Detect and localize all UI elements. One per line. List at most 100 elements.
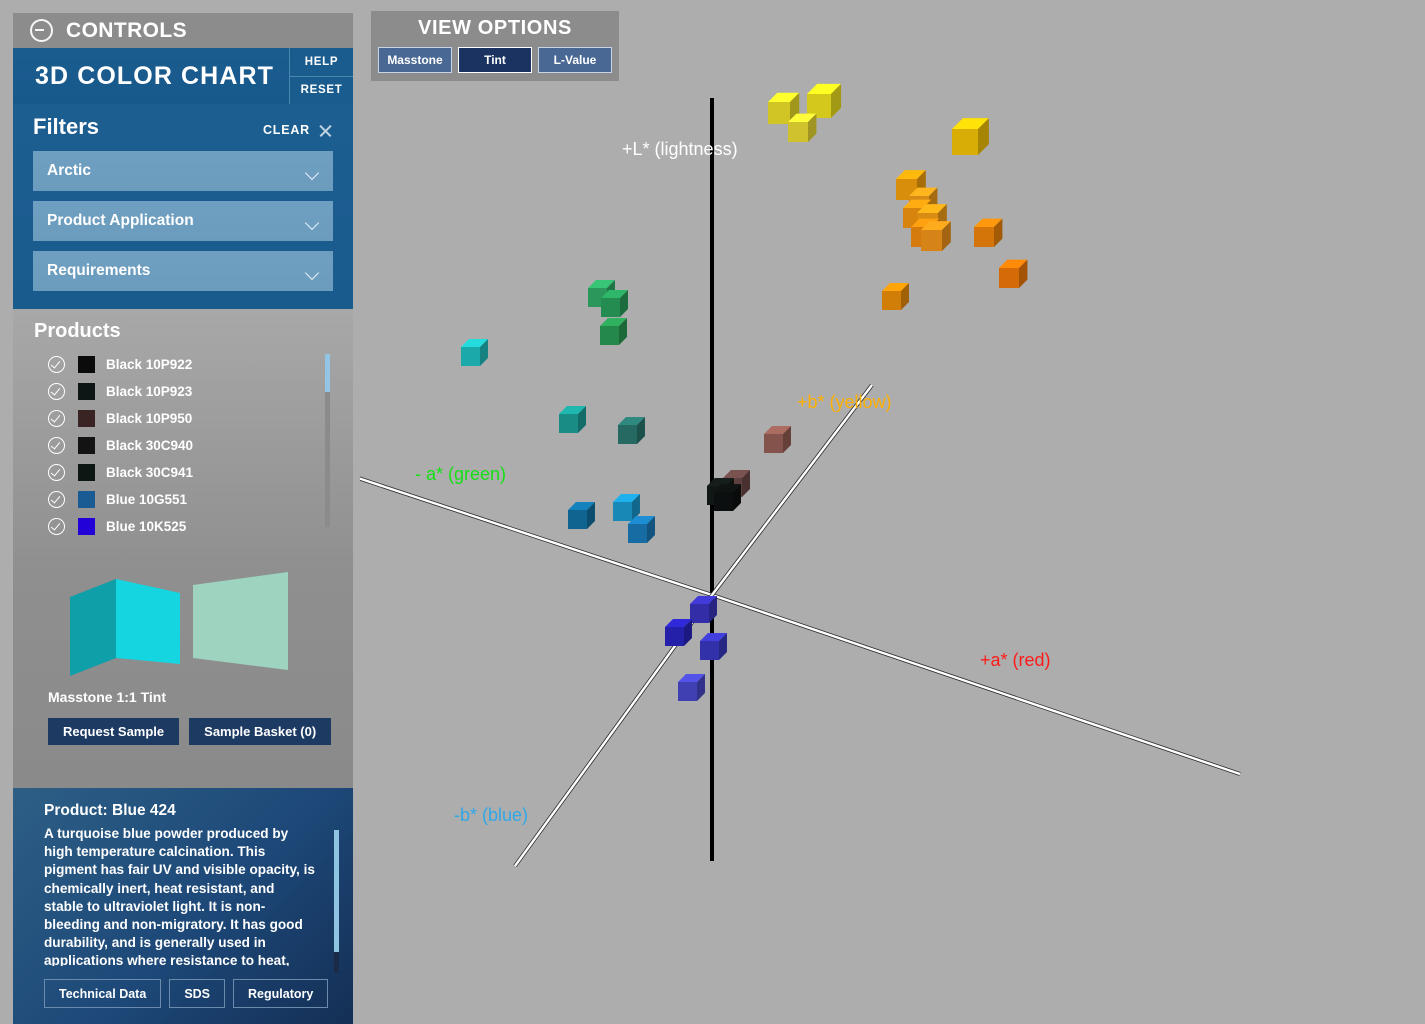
product-list-item[interactable]: Black 10P922 [48, 351, 353, 378]
filter-select-requirements[interactable]: Requirements [33, 251, 333, 291]
product-color-swatch [78, 356, 95, 373]
chevron-down-icon [306, 268, 319, 275]
cube-front-face [568, 510, 587, 529]
product-description-title: Product: Blue 424 [44, 802, 176, 819]
data-points [461, 83, 1028, 701]
filter-select-product-application[interactable]: Product Application [33, 201, 333, 241]
check-circle-icon[interactable] [48, 383, 65, 400]
data-point-cube[interactable] [974, 218, 1003, 247]
cube-front-face [768, 102, 790, 124]
data-point-cube[interactable] [461, 339, 488, 366]
product-list-item[interactable]: Blue 10K525 [48, 513, 353, 540]
filters-header: Filters CLEAR [33, 114, 333, 140]
data-point-cube[interactable] [764, 426, 791, 453]
product-name-label: Black 10P923 [106, 384, 193, 399]
axis-line-a [711, 593, 1241, 776]
product-list-scrollbar-thumb[interactable] [325, 354, 330, 392]
filter-select-arctic[interactable]: Arctic [33, 151, 333, 191]
product-name-label: Blue 10G551 [106, 492, 188, 507]
product-name-label: Blue 10K525 [106, 519, 187, 534]
data-point-cube[interactable] [690, 596, 717, 623]
data-point-cube[interactable] [788, 113, 817, 142]
cube-front-face [764, 434, 783, 453]
check-circle-icon[interactable] [48, 491, 65, 508]
product-color-swatch [78, 410, 95, 427]
chart-canvas[interactable]: +L* (lightness) +a* (red) - a* (green) +b* … [360, 0, 1425, 1024]
check-circle-icon[interactable] [48, 464, 65, 481]
data-point-cube[interactable] [618, 417, 645, 444]
data-point-cube[interactable] [628, 516, 655, 543]
sample-basket-button[interactable]: Sample Basket (0) [189, 718, 332, 745]
product-description-panel: Product: Blue 424 A turquoise blue powde… [13, 788, 353, 1024]
preview-shapes [70, 572, 288, 676]
filters-clear-button[interactable]: CLEAR [263, 123, 333, 138]
product-list-item[interactable]: Black 10P950 [48, 405, 353, 432]
data-point-cube[interactable] [568, 502, 595, 529]
cube-front-face [600, 326, 619, 345]
sample-preview: Masstone 1:1 Tint Request Sample Sample … [13, 560, 353, 745]
filter-select-label: Requirements [47, 262, 151, 279]
cube-front-face [628, 524, 647, 543]
product-color-swatch [78, 383, 95, 400]
chevron-down-icon [306, 218, 319, 225]
data-point-cube[interactable] [678, 674, 705, 701]
title-side-buttons: HELP RESET [289, 48, 353, 104]
help-button[interactable]: HELP [289, 48, 353, 76]
cube-front-face [952, 129, 978, 155]
data-point-cube[interactable] [714, 484, 741, 511]
data-point-cube[interactable] [952, 118, 989, 155]
product-list-item[interactable]: Blue 10G551 [48, 486, 353, 513]
cube-front-face [974, 227, 994, 247]
product-list-item[interactable]: Black 30C940 [48, 432, 353, 459]
product-name-label: Black 30C941 [106, 465, 194, 480]
regulatory-button[interactable]: Regulatory [233, 979, 329, 1008]
filter-select-label: Product Application [47, 212, 194, 229]
cube-front-face [461, 347, 480, 366]
product-list-scrollbar[interactable] [325, 354, 330, 527]
description-scrollbar[interactable] [334, 830, 339, 973]
description-buttons: Technical Data SDS Regulatory [44, 979, 331, 1008]
cube-front-face [618, 425, 637, 444]
reset-button[interactable]: RESET [289, 75, 353, 104]
sds-button[interactable]: SDS [169, 979, 226, 1008]
axis-label-negb: -b* (blue) [454, 805, 528, 825]
data-point-cube[interactable] [807, 83, 842, 118]
product-list-item[interactable]: Black 30C941 [48, 459, 353, 486]
product-name-label: Black 30C940 [106, 438, 194, 453]
preview-label: Masstone 1:1 Tint [48, 689, 166, 705]
product-color-swatch [78, 491, 95, 508]
close-x-icon[interactable] [318, 123, 333, 138]
cube-front-face [921, 230, 942, 251]
minus-circle-icon[interactable] [30, 19, 53, 42]
data-point-cube[interactable] [665, 619, 692, 646]
product-color-swatch [78, 464, 95, 481]
check-circle-icon[interactable] [48, 437, 65, 454]
cube-front-face [678, 682, 697, 701]
check-circle-icon[interactable] [48, 518, 65, 535]
data-point-cube[interactable] [559, 406, 586, 433]
data-point-cube[interactable] [601, 290, 628, 317]
product-color-swatch [78, 518, 95, 535]
filters-panel: Filters CLEAR Arctic Product Application… [13, 104, 353, 309]
check-circle-icon[interactable] [48, 410, 65, 427]
product-list-item[interactable]: Black 10P923 [48, 378, 353, 405]
technical-data-button[interactable]: Technical Data [44, 979, 162, 1008]
cube-front-face [882, 291, 901, 310]
cube-front-face [665, 627, 684, 646]
data-point-cube[interactable] [882, 283, 909, 310]
data-point-cube[interactable] [921, 221, 951, 251]
check-circle-icon[interactable] [48, 356, 65, 373]
product-list: Black 10P922 Black 10P923 Black 10P950 Blac… [13, 351, 353, 540]
data-point-cube[interactable] [999, 259, 1028, 288]
data-point-cube[interactable] [700, 633, 727, 660]
request-sample-button[interactable]: Request Sample [48, 718, 180, 745]
color-space-3d-chart[interactable]: +L* (lightness) +a* (red) - a* (green) +b* … [360, 0, 1425, 1024]
cube-front-face [999, 268, 1019, 288]
page-title: 3D COLOR CHART [13, 48, 289, 104]
cube-front-face [714, 492, 733, 511]
data-point-cube[interactable] [600, 318, 627, 345]
product-description-body: A turquoise blue powder produced by high… [44, 826, 315, 966]
description-scrollbar-thumb[interactable] [334, 830, 339, 952]
product-color-swatch [78, 437, 95, 454]
sample-buttons: Request Sample Sample Basket (0) [13, 718, 353, 745]
